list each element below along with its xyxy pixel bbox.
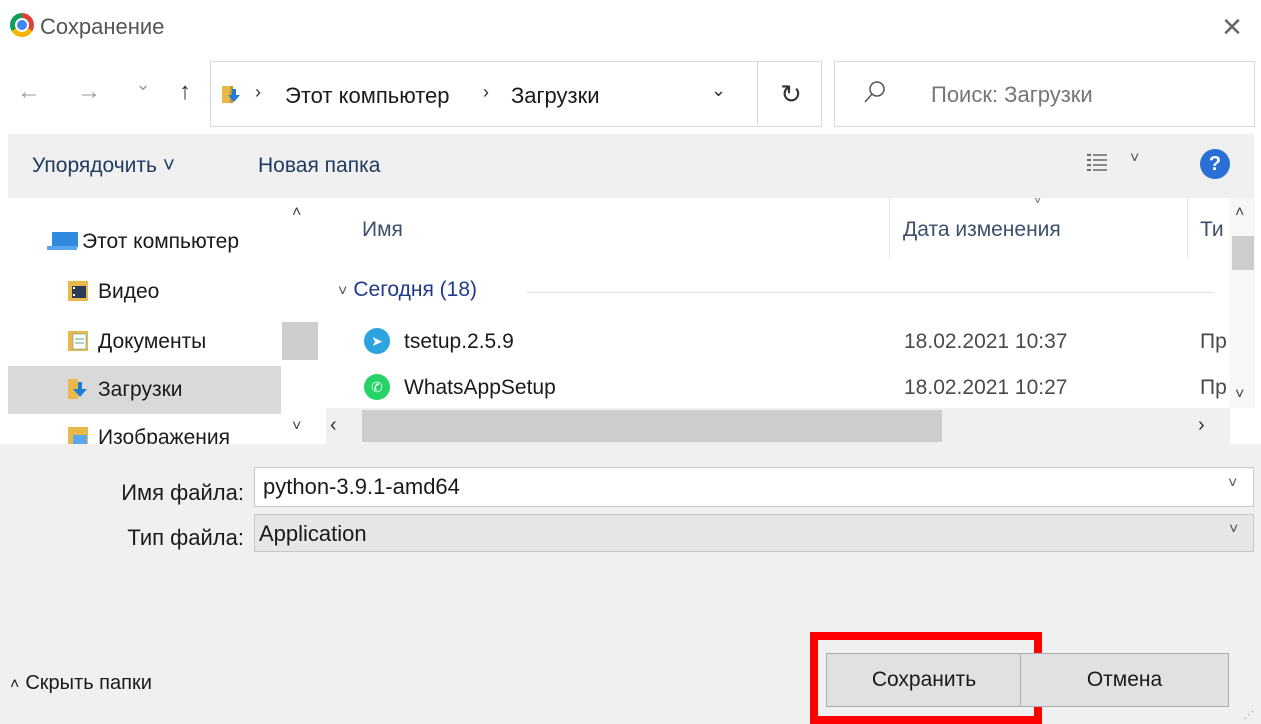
organize-button[interactable]: Упорядочить ˅: [32, 154, 175, 178]
recent-locations-button[interactable]: ⌄: [128, 74, 158, 95]
nav-scrollbar[interactable]: ˄ ˅: [282, 198, 318, 444]
documents-folder-icon: [68, 331, 88, 351]
title-bar: Сохранение ✕: [0, 0, 1261, 56]
resize-grip-icon[interactable]: ⋰: [1244, 710, 1254, 721]
view-caret-icon: ˅: [1130, 150, 1140, 167]
scroll-up-icon[interactable]: ˄: [292, 204, 301, 222]
file-date: 18.02.2021 10:27: [904, 376, 1068, 399]
breadcrumb-separator: ›: [255, 82, 261, 102]
scroll-thumb[interactable]: [1232, 236, 1254, 270]
filetype-select[interactable]: Application ˅: [254, 514, 1254, 552]
group-label: Сегодня (18): [353, 278, 478, 301]
file-row[interactable]: ✆ WhatsAppSetup 18.02.2021 10:27 Пр: [326, 366, 1231, 410]
telegram-icon: ➤: [364, 328, 390, 354]
scroll-down-icon[interactable]: ˅: [292, 418, 301, 436]
sidebar-item-label: Загрузки: [98, 378, 183, 401]
scroll-right-icon[interactable]: ›: [1198, 414, 1205, 437]
filename-label: Имя файла:: [121, 480, 244, 505]
sidebar-item-label: Документы: [98, 330, 207, 353]
new-folder-button[interactable]: Новая папка: [258, 154, 380, 178]
scroll-up-icon[interactable]: ˄: [1235, 204, 1244, 222]
filetype-dropdown-chevron-icon: ˅: [1229, 521, 1239, 538]
save-form-area: Имя файла: ˅ Тип файла: Application ˅ ˄ С…: [0, 444, 1261, 724]
file-row[interactable]: ➤ tsetup.2.5.9 18.02.2021 10:37 Пр: [326, 320, 1231, 364]
scroll-left-icon[interactable]: ‹: [330, 414, 337, 437]
file-list-vertical-scrollbar[interactable]: ˄ ˅: [1230, 198, 1255, 408]
column-divider[interactable]: [889, 198, 890, 258]
scroll-down-icon[interactable]: ˅: [1235, 386, 1244, 404]
sidebar-item-video[interactable]: Видео: [8, 268, 281, 316]
group-header[interactable]: ˅ Сегодня (18): [338, 278, 477, 302]
help-button[interactable]: ?: [1200, 149, 1230, 179]
sidebar-item-pictures[interactable]: Изображения: [8, 414, 281, 444]
filename-dropdown-chevron-icon[interactable]: ˅: [1228, 475, 1237, 493]
toolbar: Упорядочить ˅ Новая папка ˅ ?: [8, 134, 1254, 198]
cancel-button[interactable]: Отмена: [1020, 653, 1229, 707]
sort-indicator-icon: ˅: [1033, 198, 1043, 209]
search-icon: [864, 81, 885, 103]
file-name: WhatsAppSetup: [404, 376, 556, 399]
pictures-folder-icon: [68, 427, 88, 444]
address-bar[interactable]: › Этот компьютер › Загрузки ⌄ ↻: [210, 61, 822, 127]
address-dropdown-chevron-icon[interactable]: ⌄: [711, 80, 726, 101]
file-name: tsetup.2.5.9: [404, 330, 514, 353]
breadcrumb-separator: ›: [483, 82, 489, 102]
column-divider[interactable]: [1187, 198, 1188, 258]
group-collapse-icon: ˅: [338, 283, 348, 300]
scroll-thumb[interactable]: [362, 410, 942, 442]
sidebar-item-this-pc[interactable]: Этот компьютер: [8, 218, 281, 266]
breadcrumb-this-pc[interactable]: Этот компьютер: [285, 83, 450, 109]
sidebar-item-label: Изображения: [98, 426, 230, 444]
scroll-thumb[interactable]: [282, 322, 318, 360]
search-box[interactable]: [834, 61, 1255, 127]
downloads-folder-icon: [68, 379, 87, 399]
column-header-date[interactable]: Дата изменения: [903, 218, 1061, 242]
group-divider: [526, 292, 1214, 293]
filename-input[interactable]: [254, 467, 1254, 507]
filetype-value: Application: [259, 521, 367, 546]
forward-button[interactable]: →: [74, 78, 104, 106]
computer-icon: [47, 232, 78, 250]
search-input[interactable]: [931, 82, 1231, 108]
refresh-button[interactable]: ↻: [771, 74, 811, 114]
column-header-type[interactable]: Ти: [1200, 218, 1224, 242]
up-button[interactable]: ↑: [170, 78, 200, 106]
window-title: Сохранение: [40, 14, 165, 39]
sidebar-item-downloads[interactable]: Загрузки: [8, 366, 281, 414]
back-button[interactable]: ←: [14, 78, 44, 106]
column-header-name[interactable]: Имя: [362, 218, 403, 242]
file-list: ˅ Имя Дата изменения Ти ˅ Сегодня (18) ➤ …: [326, 198, 1255, 444]
sidebar-item-documents[interactable]: Документы: [8, 318, 281, 366]
chrome-logo-icon: [10, 13, 34, 37]
file-type: Пр: [1200, 330, 1227, 353]
video-folder-icon: [68, 281, 88, 301]
details-view-icon: [1087, 154, 1107, 171]
save-button[interactable]: Сохранить: [826, 653, 1022, 707]
whatsapp-icon: ✆: [364, 374, 390, 400]
close-button[interactable]: ✕: [1212, 8, 1252, 46]
collapse-arrow-icon: ˄: [10, 676, 20, 693]
divider: [757, 62, 758, 126]
filetype-label: Тип файла:: [127, 525, 244, 550]
breadcrumb-downloads[interactable]: Загрузки: [511, 83, 600, 109]
hide-folders-label: Скрыть папки: [25, 672, 152, 694]
file-date: 18.02.2021 10:37: [904, 330, 1068, 353]
sidebar-item-label: Этот компьютер: [82, 230, 240, 253]
navigation-pane: Этот компьютер Видео Документы Загрузки …: [8, 198, 318, 444]
downloads-folder-icon: [222, 86, 240, 103]
file-list-horizontal-scrollbar[interactable]: ‹ ›: [326, 408, 1230, 444]
hide-folders-button[interactable]: ˄ Скрыть папки: [10, 672, 152, 695]
view-options-button[interactable]: ˅: [1086, 150, 1146, 178]
file-type: Пр: [1200, 376, 1227, 399]
sidebar-item-label: Видео: [98, 280, 160, 303]
